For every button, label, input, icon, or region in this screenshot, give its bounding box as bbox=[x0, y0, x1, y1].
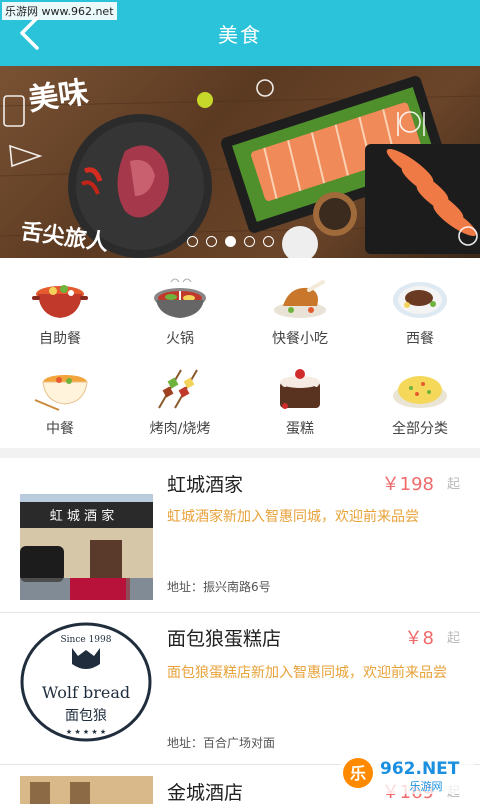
carousel-dots bbox=[187, 236, 274, 247]
list-item-hongcheng[interactable]: 虹 城 酒 家 虹城酒家 ￥198 起 虹城酒家新加入智惠同城，欢迎前来品尝 地… bbox=[0, 458, 480, 613]
cake-icon bbox=[280, 369, 320, 409]
page-title: 美食 bbox=[218, 22, 262, 47]
svg-text:Since 1998: Since 1998 bbox=[61, 635, 112, 645]
roast-chicken-icon bbox=[274, 280, 326, 318]
price-suffix: 起 bbox=[446, 477, 460, 492]
category-label: 快餐小吃 bbox=[272, 331, 328, 347]
svg-text:乐游网: 乐游网 bbox=[410, 780, 443, 793]
category-hotpot[interactable]: 火锅 bbox=[120, 262, 240, 352]
svg-text:★ ★ ★ ★ ★: ★ ★ ★ ★ ★ bbox=[66, 728, 106, 736]
listing-thumbnail: 虹 城 酒 家 bbox=[20, 494, 153, 600]
steak-plate-icon bbox=[393, 282, 447, 318]
listing-name: 虹城酒家 bbox=[167, 474, 244, 496]
category-label: 蛋糕 bbox=[286, 421, 314, 437]
category-label: 西餐 bbox=[406, 331, 434, 347]
stew-pot-icon bbox=[32, 285, 88, 318]
listing-price: ￥198 bbox=[381, 474, 434, 495]
hotpot-icon bbox=[154, 278, 206, 318]
category-bbq[interactable]: 烤肉/烧烤 bbox=[120, 352, 240, 442]
category-buffet[interactable]: 自助餐 bbox=[0, 262, 120, 352]
watermark-top: 乐游网 www.962.net bbox=[2, 2, 117, 20]
watermark-logo: 乐 962.NET 乐游网 bbox=[340, 752, 474, 794]
listing-address: 地址：百合广场对面 bbox=[167, 736, 276, 750]
listing-name: 面包狼蛋糕店 bbox=[167, 628, 282, 650]
category-all[interactable]: 全部分类 bbox=[360, 352, 480, 442]
list-item-wolf-bread[interactable]: Since 1998 Wolf bread 面包狼 ★ ★ ★ ★ ★ 面包狼蛋… bbox=[0, 612, 480, 765]
category-label: 中餐 bbox=[46, 421, 74, 437]
svg-text:面包狼: 面包狼 bbox=[65, 708, 107, 724]
carousel-dot[interactable] bbox=[225, 236, 236, 247]
listing-price: ￥8 bbox=[404, 628, 434, 649]
listing-desc: 面包狼蛋糕店新加入智惠同城，欢迎前来品尝 bbox=[167, 665, 447, 681]
banner-text-meiwei: 美味 bbox=[26, 75, 90, 118]
promo-banner[interactable]: 美味 舌尖旅人 bbox=[0, 66, 480, 258]
banner-illustration: 美味 舌尖旅人 bbox=[0, 75, 480, 258]
carousel-dot[interactable] bbox=[263, 236, 274, 247]
listing-thumbnail: Since 1998 Wolf bread 面包狼 ★ ★ ★ ★ ★ bbox=[20, 622, 153, 742]
noodle-bowl-icon bbox=[34, 375, 88, 411]
svg-text:乐: 乐 bbox=[350, 764, 366, 783]
category-label: 火锅 bbox=[166, 331, 194, 347]
category-label: 全部分类 bbox=[392, 421, 448, 437]
price-suffix: 起 bbox=[446, 631, 460, 646]
carousel-dot[interactable] bbox=[206, 236, 217, 247]
fried-rice-icon bbox=[393, 376, 447, 408]
listing-name: 金城酒店 bbox=[167, 782, 244, 804]
category-label: 烤肉/烧烤 bbox=[149, 421, 211, 437]
listing-address: 地址：振兴南路6号 bbox=[167, 580, 271, 594]
category-cake[interactable]: 蛋糕 bbox=[240, 352, 360, 442]
carousel-dot[interactable] bbox=[187, 236, 198, 247]
category-western[interactable]: 西餐 bbox=[360, 262, 480, 352]
category-label: 自助餐 bbox=[39, 331, 81, 347]
category-snacks[interactable]: 快餐小吃 bbox=[240, 262, 360, 352]
wolf-bread-logo: Since 1998 Wolf bread 面包狼 ★ ★ ★ ★ ★ bbox=[20, 622, 153, 742]
skewers-icon bbox=[158, 369, 198, 409]
shop-sign: 虹 城 酒 家 bbox=[50, 508, 114, 524]
category-grid: 自助餐 火锅 快餐小吃 西餐 中餐 烤肉/烧烤 蛋糕 全部分类 bbox=[0, 262, 480, 442]
svg-text:962.NET: 962.NET bbox=[380, 759, 460, 779]
back-chevron-icon bbox=[20, 16, 39, 50]
listing-desc: 虹城酒家新加入智惠同城，欢迎前来品尝 bbox=[167, 509, 419, 525]
category-chinese[interactable]: 中餐 bbox=[0, 352, 120, 442]
svg-text:Wolf bread: Wolf bread bbox=[42, 683, 130, 702]
section-separator bbox=[0, 448, 480, 458]
carousel-dot[interactable] bbox=[244, 236, 255, 247]
